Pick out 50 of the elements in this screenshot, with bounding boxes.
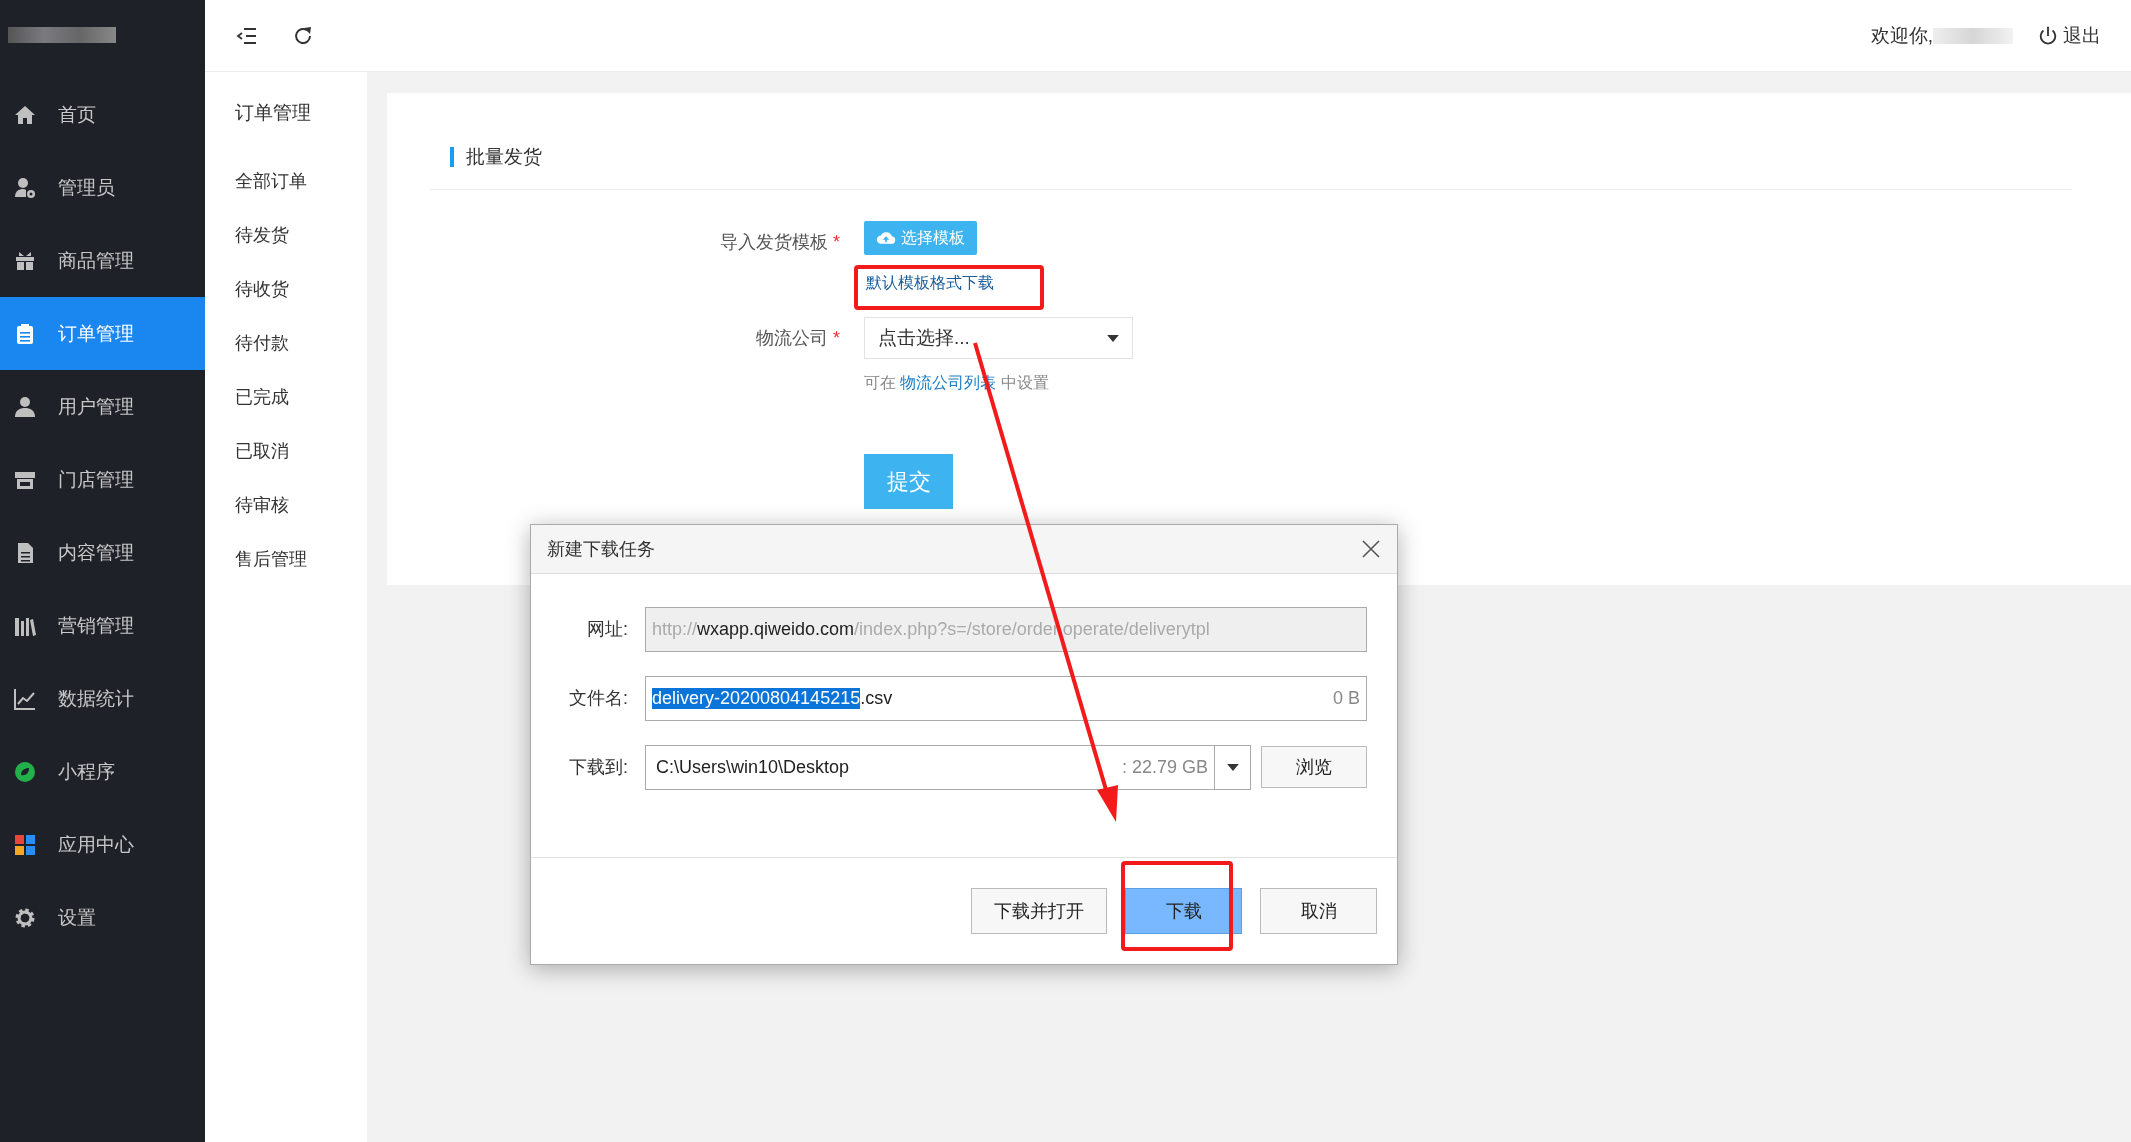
power-icon [2037, 24, 2059, 47]
folder-dropdown-button[interactable] [1215, 744, 1251, 790]
app-grid-icon [13, 832, 37, 857]
sidebar-item[interactable]: 首页 [0, 78, 205, 151]
sidebar-item[interactable]: 设置 [0, 881, 205, 954]
logistics-select[interactable]: 点击选择... [864, 317, 1133, 359]
submenu-title: 订单管理 [235, 101, 312, 125]
submenu-item[interactable]: 已完成 [235, 370, 367, 424]
dialog-button[interactable]: 取消 [1260, 888, 1377, 934]
sidebar-item[interactable]: 应用中心 [0, 808, 205, 881]
sidebar-item[interactable]: 用户管理 [0, 370, 205, 443]
filename-field[interactable]: delivery-20200804145215.csv 0 B [645, 675, 1367, 721]
field-label: 下载到: [568, 756, 628, 779]
section-title: 批量发货 [450, 147, 2071, 167]
field-label: 文件名: [568, 687, 628, 710]
sidebar-item[interactable]: 管理员 [0, 151, 205, 224]
sidebar-item[interactable]: 商品管理 [0, 224, 205, 297]
user-gear-icon [13, 175, 37, 200]
sidebar-item[interactable]: 订单管理 [0, 297, 205, 370]
field-label: 物流公司 [756, 328, 828, 348]
dialog-title: 新建下载任务 [547, 538, 656, 561]
sidebar-item[interactable]: 营销管理 [0, 589, 205, 662]
sidebar-item[interactable]: 数据统计 [0, 662, 205, 735]
submenu-item[interactable]: 已取消 [235, 424, 367, 478]
line-chart-icon [13, 686, 37, 711]
submenu-item[interactable]: 全部订单 [235, 154, 367, 208]
submenu-item[interactable]: 待收货 [235, 262, 367, 316]
required-mark: * [833, 328, 840, 348]
welcome-text: 欢迎你, [1870, 23, 1933, 48]
folder-field[interactable]: C:\Users\win10\Desktop : 22.79 GB [645, 744, 1215, 790]
submenu-item[interactable]: 待审核 [235, 478, 367, 532]
field-label: 导入发货模板 [720, 232, 828, 252]
dialog-button[interactable]: 下载 [1125, 888, 1242, 934]
field-label: 网址: [586, 618, 628, 641]
close-icon[interactable] [1361, 539, 1381, 559]
submenu-item[interactable]: 待发货 [235, 208, 367, 262]
caret-icon [1107, 334, 1119, 342]
required-mark: * [833, 232, 840, 252]
dialog-button[interactable]: 下载并打开 [971, 888, 1107, 934]
leaf-circle-icon [13, 759, 37, 784]
logout-button[interactable]: 退出 [2037, 22, 2101, 49]
sidebar-item[interactable]: 内容管理 [0, 516, 205, 589]
template-download-link[interactable]: 默认模板格式下载 [866, 273, 994, 294]
user-icon [13, 394, 37, 419]
caret-icon [1226, 763, 1239, 771]
browse-button[interactable]: 浏览 [1261, 746, 1367, 788]
submenu-item[interactable]: 售后管理 [235, 532, 367, 586]
sidebar-item[interactable]: 门店管理 [0, 443, 205, 516]
submenu-item[interactable]: 待付款 [235, 316, 367, 370]
sidebar-item[interactable]: 小程序 [0, 735, 205, 808]
